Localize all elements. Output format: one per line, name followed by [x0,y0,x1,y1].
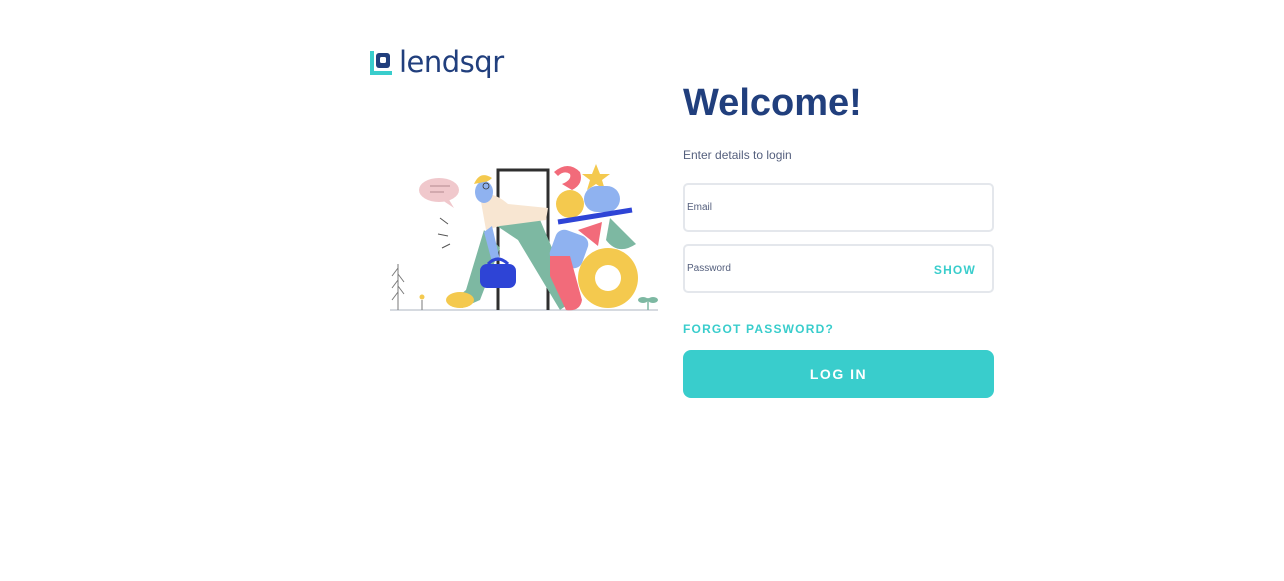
password-field[interactable] [685,246,925,291]
person-walking-through-door-illustration [390,164,658,311]
password-field-container: SHOW [683,244,994,293]
show-password-toggle[interactable]: SHOW [934,263,976,277]
email-field[interactable] [685,185,992,230]
lendsqr-logo-icon [370,50,392,75]
email-field-container [683,183,994,232]
page-title: Welcome! [683,82,862,124]
forgot-password-link[interactable]: FORGOT PASSWORD? [683,322,834,336]
brand-logo: lendsqr [370,48,504,77]
login-subtitle: Enter details to login [683,148,792,162]
brand-name: lendsqr [399,45,504,79]
login-button[interactable]: LOG IN [683,350,994,398]
